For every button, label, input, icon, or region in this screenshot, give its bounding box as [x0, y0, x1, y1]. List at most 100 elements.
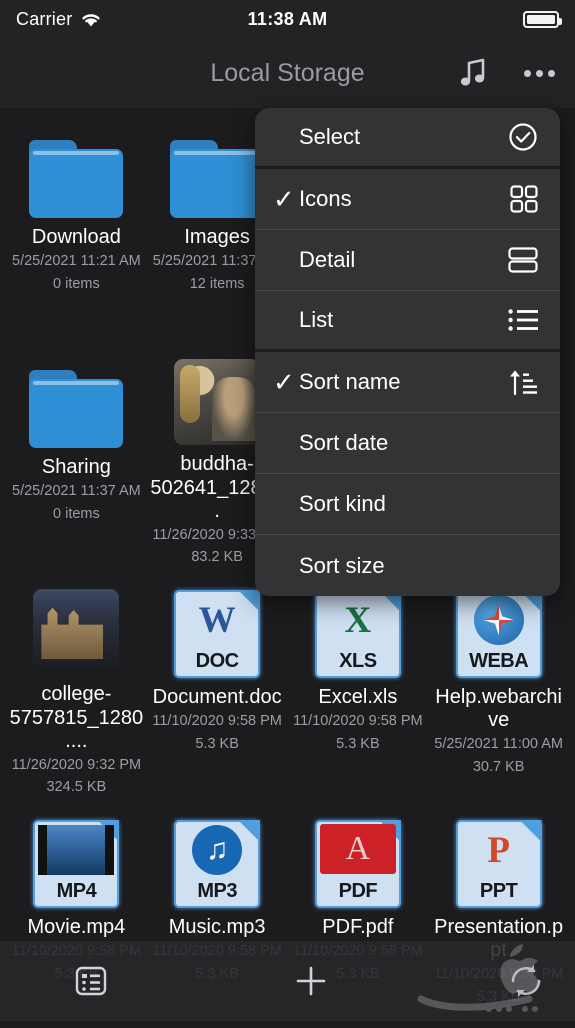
file-thumbnail: P PPT	[450, 812, 548, 908]
file-thumbnail: A PDF	[309, 812, 407, 908]
file-item[interactable]: Sharing 5/25/2021 11:37 AM 0 items	[6, 338, 147, 568]
file-thumbnail: X XLS	[309, 582, 407, 678]
check-circle-icon	[508, 122, 538, 152]
folder-icon	[29, 140, 124, 218]
file-item[interactable]: WEBA Help.webarchive 5/25/2021 11:00 AM …	[428, 568, 569, 798]
toolbar-list-button[interactable]	[0, 964, 232, 998]
menu-item-sort-name[interactable]: ✓ Sort name	[255, 352, 560, 413]
file-thumbnail	[27, 122, 125, 218]
music-note-icon[interactable]	[458, 57, 488, 89]
file-name: Download	[31, 226, 121, 248]
file-size: 5.3 KB	[195, 735, 239, 752]
image-thumbnail	[174, 359, 261, 446]
menu-item-list[interactable]: List	[255, 291, 560, 352]
menu-item-sort-size[interactable]: Sort size	[255, 535, 560, 596]
file-thumbnail: ♫ MP3	[168, 812, 266, 908]
refresh-sync-icon	[511, 965, 541, 997]
file-thumbnail: W DOC	[168, 582, 266, 678]
detail-rows-icon	[508, 247, 538, 273]
battery-full-icon	[523, 10, 562, 28]
file-thumbnail: WEBA	[450, 582, 548, 678]
check-circle-icon	[509, 123, 537, 151]
file-name: Help.webarchive	[435, 686, 562, 732]
file-date: 11/10/2020 9:58 PM	[293, 713, 423, 730]
view-options-menu[interactable]: Select ✓ Icons Detail List ✓ Sort name S…	[255, 108, 560, 596]
file-thumbnail	[27, 352, 125, 448]
menu-item-label: Detail	[299, 247, 356, 272]
file-item[interactable]: Download 5/25/2021 11:21 AM 0 items	[6, 108, 147, 338]
word-emblem: W	[198, 599, 236, 641]
file-date: 5/25/2021 11:00 AM	[434, 736, 563, 753]
file-date: 11/10/2020 9:58 PM	[152, 713, 282, 730]
menu-item-label: List	[299, 307, 334, 332]
list-icon	[508, 308, 538, 332]
file-name: Document.doc	[152, 686, 282, 708]
file-name: Music.mp3	[168, 916, 266, 938]
folder-icon	[29, 370, 124, 448]
sort-ascending-icon	[508, 368, 538, 396]
image-thumbnail	[33, 589, 120, 676]
menu-item-label: Sort size	[299, 552, 385, 578]
file-name: Movie.mp4	[27, 916, 126, 938]
detail-rows-icon	[508, 247, 538, 273]
file-date: 5/25/2021 11:37 AM	[12, 483, 141, 500]
menu-item-label: Sort kind	[299, 491, 386, 516]
menu-item-checkmark: ✓	[273, 184, 295, 214]
menu-item-sort-kind[interactable]: Sort kind	[255, 474, 560, 535]
file-date: 11/26/2020 9:32 PM	[11, 756, 142, 773]
file-type-icon: X XLS	[314, 590, 401, 678]
file-type-icon: MP4	[33, 820, 120, 908]
file-item[interactable]: X XLS Excel.xls 11/10/2020 9:58 PM 5.3 K…	[288, 568, 429, 798]
status-bar-right	[523, 10, 562, 28]
grid-icon	[510, 185, 538, 213]
file-date: 5/25/2021 11:21 AM	[12, 253, 141, 270]
menu-item-label: Icons	[299, 186, 352, 211]
status-bar-left: Carrier	[16, 9, 102, 30]
film-emblem	[38, 825, 115, 875]
file-name: college-5757815_1280....	[9, 683, 144, 752]
menu-item-label: Sort name	[299, 369, 401, 394]
file-name: Excel.xls	[318, 686, 398, 708]
menu-item-select[interactable]: Select	[255, 108, 560, 169]
file-thumbnail	[168, 352, 266, 446]
file-type-badge: PDF	[338, 880, 378, 902]
file-size: 5.3 KB	[336, 735, 380, 752]
file-size: 0 items	[53, 275, 100, 292]
file-type-badge: WEBA	[469, 650, 529, 672]
menu-item-icons[interactable]: ✓ Icons	[255, 169, 560, 230]
grid-icon	[510, 185, 538, 213]
navigation-bar: Local Storage	[0, 38, 575, 108]
menu-item-detail[interactable]: Detail	[255, 230, 560, 291]
file-item[interactable]: college-5757815_1280.... 11/26/2020 9:32…	[6, 568, 147, 798]
file-type-badge: DOC	[195, 650, 239, 672]
menu-item-label: Sort date	[299, 430, 389, 455]
file-type-icon: P PPT	[455, 820, 542, 908]
folder-icon	[170, 140, 265, 218]
file-type-icon: ♫ MP3	[174, 820, 261, 908]
menu-item-checkmark: ✓	[273, 367, 295, 397]
file-type-badge: MP3	[197, 880, 237, 902]
safari-emblem	[473, 595, 524, 645]
file-type-badge: PPT	[479, 880, 518, 902]
sort-ascending-icon	[510, 370, 537, 396]
file-size: 324.5 KB	[46, 779, 107, 796]
nav-actions	[458, 57, 555, 89]
menu-item-sort-date[interactable]: Sort date	[255, 413, 560, 474]
toolbar-add-button[interactable]	[232, 961, 390, 1001]
pdf-emblem: A	[319, 824, 396, 874]
bottom-toolbar	[0, 941, 575, 1021]
file-item[interactable]: W DOC Document.doc 11/10/2020 9:58 PM 5.…	[147, 568, 288, 798]
file-size: 30.7 KB	[472, 758, 525, 775]
status-bar: Carrier 11:38 AM	[0, 0, 575, 38]
file-type-icon: WEBA	[455, 590, 542, 678]
ellipsis-icon[interactable]	[524, 69, 555, 77]
toolbar-refresh-button[interactable]	[391, 959, 575, 1003]
list-icon	[508, 309, 538, 331]
file-thumbnail	[27, 582, 125, 676]
file-type-badge: MP4	[56, 880, 97, 902]
carrier-label: Carrier	[16, 8, 73, 29]
wifi-icon	[82, 13, 101, 26]
list-view-icon	[75, 966, 107, 996]
file-name: Sharing	[41, 456, 111, 478]
music-emblem: ♫	[192, 825, 243, 875]
